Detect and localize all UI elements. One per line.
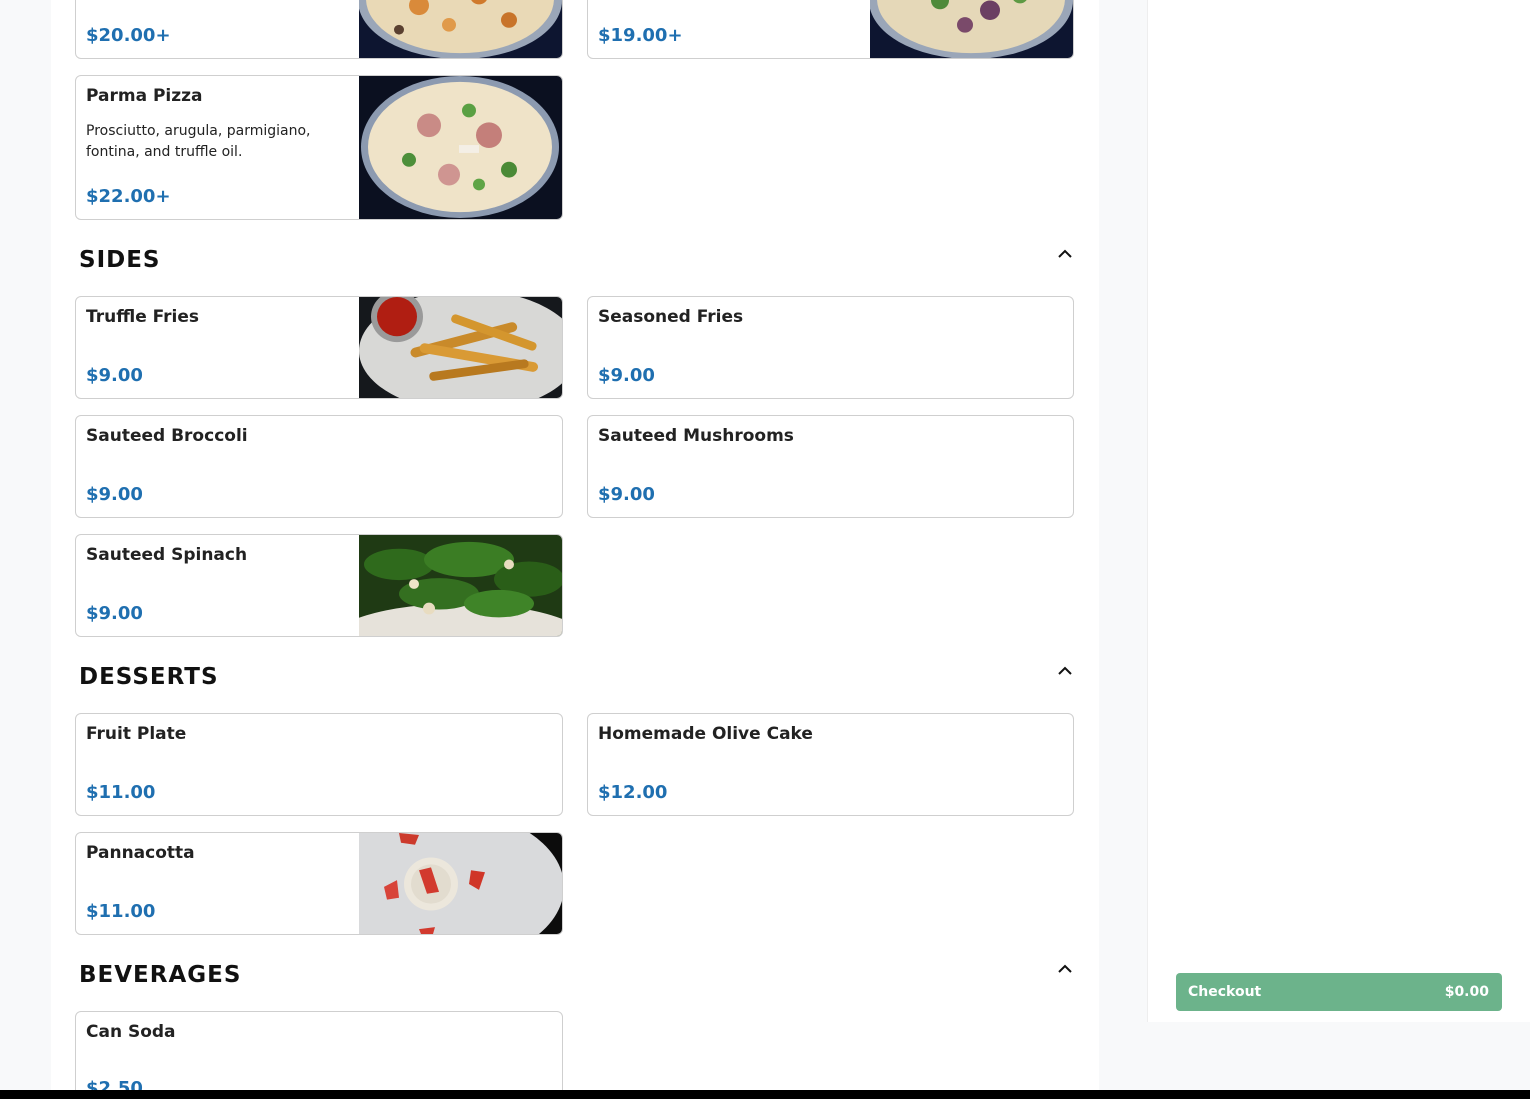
menu-item-card[interactable]: Homemade Olive Cake $12.00 bbox=[587, 713, 1074, 816]
checkout-label: Checkout bbox=[1188, 984, 1262, 1000]
item-name: Seasoned Fries bbox=[598, 307, 744, 327]
item-name: Sauteed Spinach bbox=[86, 545, 248, 565]
chevron-up-icon[interactable] bbox=[1056, 664, 1074, 678]
menu-item-card[interactable]: Fruit Plate $11.00 bbox=[75, 713, 563, 816]
cart-total: $0.00 bbox=[1444, 984, 1489, 1000]
item-price: $9.00 bbox=[598, 365, 655, 386]
item-price: $9.00 bbox=[86, 484, 143, 505]
item-price: $19.00+ bbox=[598, 25, 683, 46]
item-name: Sauteed Broccoli bbox=[86, 426, 248, 446]
item-price: $22.00+ bbox=[86, 186, 171, 207]
item-name: Sauteed Mushrooms bbox=[598, 426, 794, 446]
section-title-beverages: BEVERAGES bbox=[79, 962, 242, 988]
item-name: Pannacotta bbox=[86, 843, 195, 863]
item-name: Truffle Fries bbox=[86, 307, 200, 327]
menu-item-card[interactable]: Sauteed Spinach $9.00 bbox=[75, 534, 563, 637]
menu-item-card[interactable]: Truffle Fries $9.00 bbox=[75, 296, 563, 399]
menu-item-card[interactable]: Pannacotta $11.00 bbox=[75, 832, 563, 935]
item-name: Fruit Plate bbox=[86, 724, 187, 744]
item-price: $11.00 bbox=[86, 901, 156, 922]
item-price: $20.00+ bbox=[86, 25, 171, 46]
cart-panel bbox=[1147, 0, 1530, 1022]
item-price: $12.00 bbox=[598, 782, 668, 803]
menu-item-card[interactable]: $19.00+ bbox=[587, 0, 1074, 59]
checkout-button[interactable]: Checkout $0.00 bbox=[1176, 973, 1502, 1011]
chevron-up-icon[interactable] bbox=[1056, 962, 1074, 976]
item-description: Prosciutto, arugula, parmigiano, fontina… bbox=[86, 123, 311, 160]
item-image bbox=[359, 833, 562, 934]
item-price: $9.00 bbox=[86, 365, 143, 386]
chevron-up-icon[interactable] bbox=[1056, 247, 1074, 261]
item-price: $9.00 bbox=[598, 484, 655, 505]
item-image bbox=[870, 0, 1073, 58]
item-price: $11.00 bbox=[86, 782, 156, 803]
menu-item-card[interactable]: Parma Pizza Prosciutto, arugula, parmigi… bbox=[75, 75, 563, 220]
bottom-bar bbox=[0, 1090, 1530, 1099]
menu-item-card[interactable]: Sauteed Mushrooms $9.00 bbox=[587, 415, 1074, 518]
item-image bbox=[359, 535, 562, 636]
section-title-desserts: DESSERTS bbox=[79, 664, 219, 690]
item-price: $9.00 bbox=[86, 603, 143, 624]
page: $20.00+ $19.00+ Parma Pizza Prosciutto, … bbox=[0, 0, 1530, 1099]
item-name: Homemade Olive Cake bbox=[598, 724, 813, 744]
item-image bbox=[359, 0, 562, 58]
item-image bbox=[359, 76, 562, 219]
section-title-sides: SIDES bbox=[79, 247, 161, 273]
menu-item-card[interactable]: $20.00+ bbox=[75, 0, 563, 59]
menu-item-card[interactable]: Sauteed Broccoli $9.00 bbox=[75, 415, 563, 518]
item-name: Parma Pizza bbox=[86, 86, 203, 106]
menu-item-card[interactable]: Can Soda $2.50 bbox=[75, 1011, 563, 1099]
item-image bbox=[359, 297, 562, 398]
menu-item-card[interactable]: Seasoned Fries $9.00 bbox=[587, 296, 1074, 399]
item-name: Can Soda bbox=[86, 1022, 176, 1042]
